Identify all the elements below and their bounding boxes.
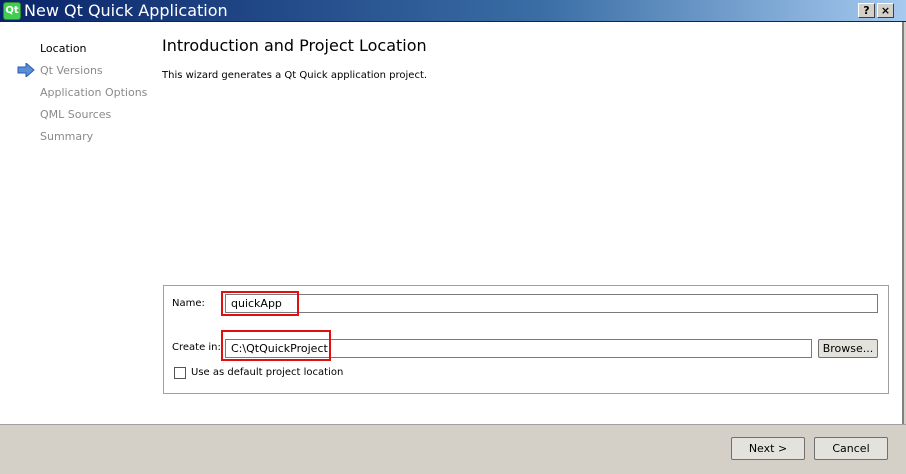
cancel-button[interactable]: Cancel <box>814 437 888 460</box>
name-highlight <box>221 291 299 316</box>
default-location-checkbox[interactable] <box>174 367 186 379</box>
browse-button[interactable]: Browse... <box>818 339 878 358</box>
right-arrow-icon <box>17 63 35 77</box>
title-bar: Qt New Qt Quick Application ? × <box>0 0 906 22</box>
nav-item-summary: Summary <box>40 130 94 143</box>
nav-item-application-options: Application Options <box>40 86 148 99</box>
name-input[interactable]: quickApp <box>225 294 878 313</box>
create-in-label: Create in: <box>172 342 221 353</box>
name-label: Name: <box>172 298 205 309</box>
nav-item-location: Location <box>40 42 87 55</box>
help-button[interactable]: ? <box>858 3 875 18</box>
qt-logo-icon: Qt <box>3 2 21 20</box>
create-in-highlight <box>221 330 331 361</box>
button-bar: Next > Cancel <box>0 424 906 474</box>
page-description: This wizard generates a Qt Quick applica… <box>162 70 428 81</box>
next-button[interactable]: Next > <box>731 437 805 460</box>
default-location-label: Use as default project location <box>191 367 344 378</box>
nav-item-qt-versions: Qt Versions <box>40 64 103 77</box>
page-title: Introduction and Project Location <box>162 36 427 55</box>
window-title: New Qt Quick Application <box>24 1 228 20</box>
close-button[interactable]: × <box>877 3 894 18</box>
nav-item-qml-sources: QML Sources <box>40 108 112 121</box>
